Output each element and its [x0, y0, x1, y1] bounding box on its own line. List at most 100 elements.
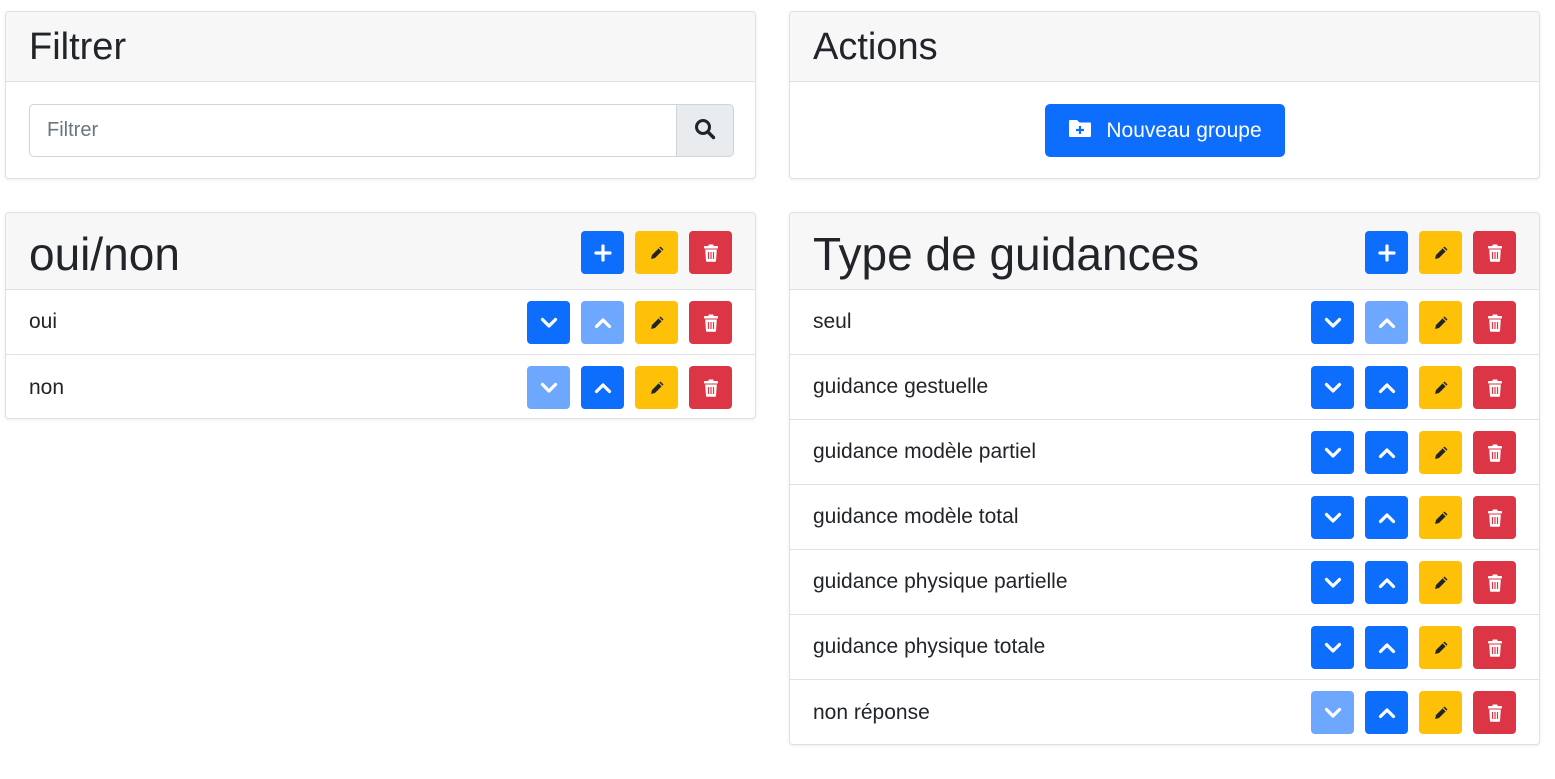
chevron-up-icon: [594, 382, 612, 394]
edit-item-button[interactable]: [1419, 496, 1462, 539]
move-down-button[interactable]: [1311, 366, 1354, 409]
chevron-down-icon: [540, 382, 558, 394]
delete-item-button[interactable]: [1473, 431, 1516, 474]
add-item-button[interactable]: [581, 231, 624, 274]
group-header-actions: [1365, 231, 1516, 274]
pencil-icon: [648, 314, 666, 332]
search-button[interactable]: [676, 104, 734, 157]
list-item-label: guidance modèle partiel: [813, 440, 1036, 463]
chevron-down-icon: [1324, 382, 1342, 394]
move-up-button[interactable]: [1365, 626, 1408, 669]
move-up-button[interactable]: [1365, 496, 1408, 539]
edit-item-button[interactable]: [1419, 431, 1462, 474]
actions-card: Actions Nouveau groupe: [789, 11, 1540, 179]
list-item-actions: [1311, 496, 1516, 539]
list-item-actions: [1311, 561, 1516, 604]
edit-item-button[interactable]: [1419, 691, 1462, 734]
move-down-button: [1311, 691, 1354, 734]
list-item-label: non réponse: [813, 700, 930, 724]
move-down-button[interactable]: [1311, 431, 1354, 474]
move-up-button[interactable]: [1365, 691, 1408, 734]
pencil-icon: [1432, 444, 1450, 462]
chevron-down-icon: [1324, 707, 1342, 719]
trash-icon: [1487, 244, 1503, 262]
actions-card-header: Actions: [790, 12, 1539, 82]
list-item-label: guidance physique partielle: [813, 570, 1068, 593]
list-item: guidance modèle partiel: [790, 420, 1539, 485]
move-up-button: [1365, 301, 1408, 344]
group-card-type-de-guidances: Type de guidances seul guidance gestuelle…: [789, 212, 1540, 745]
move-down-button[interactable]: [1311, 301, 1354, 344]
chevron-down-icon: [1324, 642, 1342, 654]
delete-item-button[interactable]: [1473, 626, 1516, 669]
pencil-icon: [1432, 704, 1450, 722]
trash-icon: [1487, 704, 1503, 722]
edit-item-button[interactable]: [1419, 561, 1462, 604]
move-down-button[interactable]: [527, 301, 570, 344]
trash-icon: [1487, 379, 1503, 397]
trash-icon: [1487, 314, 1503, 332]
trash-icon: [1487, 574, 1503, 592]
list-item-label: seul: [813, 310, 852, 333]
edit-item-button[interactable]: [1419, 626, 1462, 669]
edit-item-button[interactable]: [635, 301, 678, 344]
list-item: non: [6, 355, 755, 418]
search-group: [29, 104, 734, 157]
list-item: guidance physique partielle: [790, 550, 1539, 615]
move-up-button[interactable]: [1365, 431, 1408, 474]
move-up-button[interactable]: [1365, 366, 1408, 409]
new-group-label: Nouveau groupe: [1106, 118, 1262, 142]
search-icon: [694, 118, 716, 143]
pencil-icon: [1432, 639, 1450, 657]
group-rows: seul guidance gestuelle guidance modèle pa…: [790, 290, 1539, 744]
move-down-button: [527, 366, 570, 409]
list-item-actions: [527, 366, 732, 409]
search-input[interactable]: [29, 104, 676, 157]
chevron-down-icon: [1324, 577, 1342, 589]
move-up-button[interactable]: [1365, 561, 1408, 604]
group-title: Type de guidances: [813, 228, 1200, 280]
add-item-button[interactable]: [1365, 231, 1408, 274]
group-rows: oui non: [6, 290, 755, 418]
delete-item-button[interactable]: [1473, 301, 1516, 344]
group-header: oui/non: [6, 213, 755, 290]
move-down-button[interactable]: [1311, 626, 1354, 669]
delete-item-button[interactable]: [1473, 561, 1516, 604]
filter-card-header: Filtrer: [6, 12, 755, 82]
chevron-up-icon: [1378, 382, 1396, 394]
filter-card: Filtrer: [5, 11, 756, 179]
list-item: guidance physique totale: [790, 615, 1539, 680]
chevron-up-icon: [1378, 642, 1396, 654]
edit-item-button[interactable]: [635, 366, 678, 409]
chevron-down-icon: [1324, 512, 1342, 524]
delete-item-button[interactable]: [689, 301, 732, 344]
pencil-icon: [648, 244, 666, 262]
delete-item-button[interactable]: [689, 366, 732, 409]
move-down-button[interactable]: [1311, 496, 1354, 539]
trash-icon: [703, 314, 719, 332]
edit-group-button[interactable]: [1419, 231, 1462, 274]
delete-item-button[interactable]: [1473, 691, 1516, 734]
list-item-label: non: [29, 375, 65, 399]
edit-item-button[interactable]: [1419, 301, 1462, 344]
pencil-icon: [1432, 314, 1450, 332]
group-header-actions: [581, 231, 732, 274]
edit-group-button[interactable]: [635, 231, 678, 274]
delete-group-button[interactable]: [689, 231, 732, 274]
delete-item-button[interactable]: [1473, 496, 1516, 539]
pencil-icon: [1432, 509, 1450, 527]
delete-item-button[interactable]: [1473, 366, 1516, 409]
list-item: oui: [6, 290, 755, 355]
new-group-button[interactable]: Nouveau groupe: [1045, 104, 1285, 157]
list-item: non réponse: [790, 680, 1539, 744]
filter-title: Filtrer: [29, 26, 127, 68]
list-item-actions: [527, 301, 732, 344]
list-item-actions: [1311, 626, 1516, 669]
move-up-button[interactable]: [581, 366, 624, 409]
pencil-icon: [1432, 379, 1450, 397]
group-title: oui/non: [29, 228, 180, 280]
move-down-button[interactable]: [1311, 561, 1354, 604]
delete-group-button[interactable]: [1473, 231, 1516, 274]
chevron-up-icon: [1378, 317, 1396, 329]
edit-item-button[interactable]: [1419, 366, 1462, 409]
